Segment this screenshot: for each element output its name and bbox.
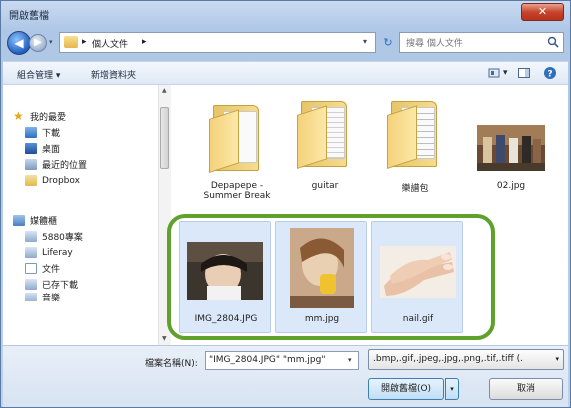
sidebar-item-label: 音樂 — [42, 293, 61, 302]
breadcrumb-documents[interactable]: 個人文件 — [92, 37, 128, 50]
open-options-dropdown[interactable]: ▾ — [445, 378, 459, 400]
folder-item-scores[interactable]: 樂譜包 — [377, 97, 453, 197]
star-icon: ★ — [13, 109, 24, 123]
sidebar-item-label: Liferay — [42, 247, 73, 258]
folder-icon — [387, 101, 443, 169]
back-button[interactable]: ◀ — [7, 31, 31, 55]
photo-thumbnail — [477, 125, 545, 171]
window-title: 開啟舊檔 — [9, 11, 49, 22]
new-folder-button[interactable]: 新增資料夾 — [91, 68, 136, 81]
selection-highlight-annotation — [167, 214, 495, 340]
sidebar-item-documents[interactable]: 文件 — [25, 261, 60, 276]
title-bar: 開啟舊檔 ✕ — [1, 1, 570, 27]
sidebar-item-libraries[interactable]: 媒體櫃 — [13, 213, 57, 228]
sidebar-item-label: 文件 — [42, 265, 61, 275]
navigation-bar: ◀ ▶ ▾ ▸ 個人文件 ▸ ▾ ↻ — [7, 30, 564, 56]
sidebar-item-recent[interactable]: 最近的位置 — [25, 157, 87, 172]
folder-item-depapepe[interactable]: Depapepe - Summer Break — [199, 97, 275, 201]
navigation-pane: ★ 我的最愛 下載 桌面 最近的位置 Dropbox 媒體櫃 5880專案 Li… — [3, 85, 157, 345]
recent-places-icon — [25, 159, 37, 170]
file-name: guitar — [311, 181, 339, 191]
sidebar-item-desktop[interactable]: 桌面 — [25, 141, 60, 156]
desktop-icon — [25, 143, 37, 154]
sidebar-item-label: 最近的位置 — [42, 161, 88, 171]
address-dropdown-icon[interactable]: ▾ — [363, 37, 367, 46]
file-type-filter[interactable]: .bmp,.gif,.jpeg,.jpg,.png,.tif,.tiff (. … — [368, 349, 564, 370]
help-icon[interactable]: ? — [543, 66, 557, 80]
folder-icon — [209, 105, 265, 173]
cancel-button[interactable]: 取消 — [489, 378, 563, 400]
library-icon — [25, 247, 37, 258]
scrollbar-thumb[interactable] — [160, 107, 169, 169]
view-options-icon[interactable] — [487, 66, 501, 80]
sidebar-item-music[interactable]: 音樂 — [25, 293, 60, 301]
open-file-dialog: 開啟舊檔 ✕ ◀ ▶ ▾ ▸ 個人文件 ▸ ▾ ↻ 組合管理 ▾ 新增資料夾 ▾ — [0, 0, 571, 408]
sidebar-item-downloads[interactable]: 下載 — [25, 125, 60, 140]
close-button[interactable]: ✕ — [521, 3, 564, 21]
search-box[interactable] — [399, 32, 564, 53]
forward-button[interactable]: ▶ — [29, 34, 47, 52]
preview-pane-icon[interactable] — [517, 66, 531, 80]
sidebar-item-label: 我的最愛 — [30, 113, 67, 123]
file-name: Depapepe - Summer Break — [203, 181, 271, 201]
sidebar-item-liferay[interactable]: Liferay — [25, 245, 73, 260]
folder-icon — [297, 101, 353, 169]
sidebar-item-saved-downloads[interactable]: 已存下載 — [25, 277, 78, 292]
filename-label: 檔案名稱(N): — [145, 359, 198, 369]
breadcrumb-separator[interactable]: ▸ — [142, 37, 147, 47]
sidebar-item-label: 媒體櫃 — [30, 217, 58, 227]
scroll-up-icon[interactable]: ▲ — [162, 87, 167, 94]
command-bar: 組合管理 ▾ 新增資料夾 ▾ ? — [3, 61, 568, 85]
libraries-icon — [13, 215, 25, 226]
folder-item-guitar[interactable]: guitar — [287, 97, 363, 197]
scroll-down-icon[interactable]: ▼ — [162, 335, 167, 342]
organize-menu[interactable]: 組合管理 ▾ — [17, 68, 60, 81]
sidebar-item-label: 下載 — [42, 129, 61, 139]
file-type-value: .bmp,.gif,.jpeg,.jpg,.png,.tif,.tiff (. — [373, 354, 523, 364]
dialog-footer: 檔案名稱(N): "IMG_2804.JPG" "mm.jpg" ▾ .bmp,… — [3, 345, 568, 407]
library-icon — [25, 231, 37, 242]
sidebar-item-favorites[interactable]: ★ 我的最愛 — [13, 109, 66, 124]
file-name: 02.jpg — [496, 181, 526, 191]
image-item-02[interactable]: 02.jpg — [473, 97, 549, 197]
music-icon — [25, 293, 37, 301]
dropbox-folder-icon — [25, 175, 37, 186]
sidebar-item-label: 5880專案 — [42, 233, 83, 243]
filename-dropdown-icon[interactable]: ▾ — [348, 356, 352, 364]
view-dropdown-icon[interactable]: ▾ — [503, 68, 508, 78]
filename-input[interactable]: "IMG_2804.JPG" "mm.jpg" — [205, 351, 359, 370]
sidebar-item-dropbox[interactable]: Dropbox — [25, 173, 80, 188]
file-type-dropdown-icon[interactable]: ▾ — [555, 355, 559, 363]
folder-icon — [64, 36, 78, 48]
library-icon — [25, 279, 37, 290]
documents-icon — [25, 263, 37, 274]
filename-value[interactable]: "IMG_2804.JPG" "mm.jpg" — [209, 355, 325, 365]
address-bar[interactable]: ▸ 個人文件 ▸ ▾ — [59, 32, 376, 53]
downloads-icon — [25, 127, 37, 138]
open-button[interactable]: 開啟舊檔(O) — [368, 378, 444, 400]
breadcrumb-separator[interactable]: ▸ — [82, 37, 87, 47]
file-name: 樂譜包 — [401, 184, 429, 194]
svg-text:?: ? — [547, 70, 552, 80]
sidebar-item-label: 已存下載 — [42, 281, 79, 291]
search-icon[interactable] — [547, 36, 559, 48]
sidebar-item-label: Dropbox — [42, 175, 80, 186]
sidebar-item-label: 桌面 — [42, 145, 61, 155]
recent-pages-chevron-icon[interactable]: ▾ — [49, 38, 57, 48]
search-input[interactable] — [404, 35, 548, 52]
sidebar-item-5880[interactable]: 5880專案 — [25, 229, 83, 244]
refresh-button[interactable]: ↻ — [379, 32, 397, 53]
